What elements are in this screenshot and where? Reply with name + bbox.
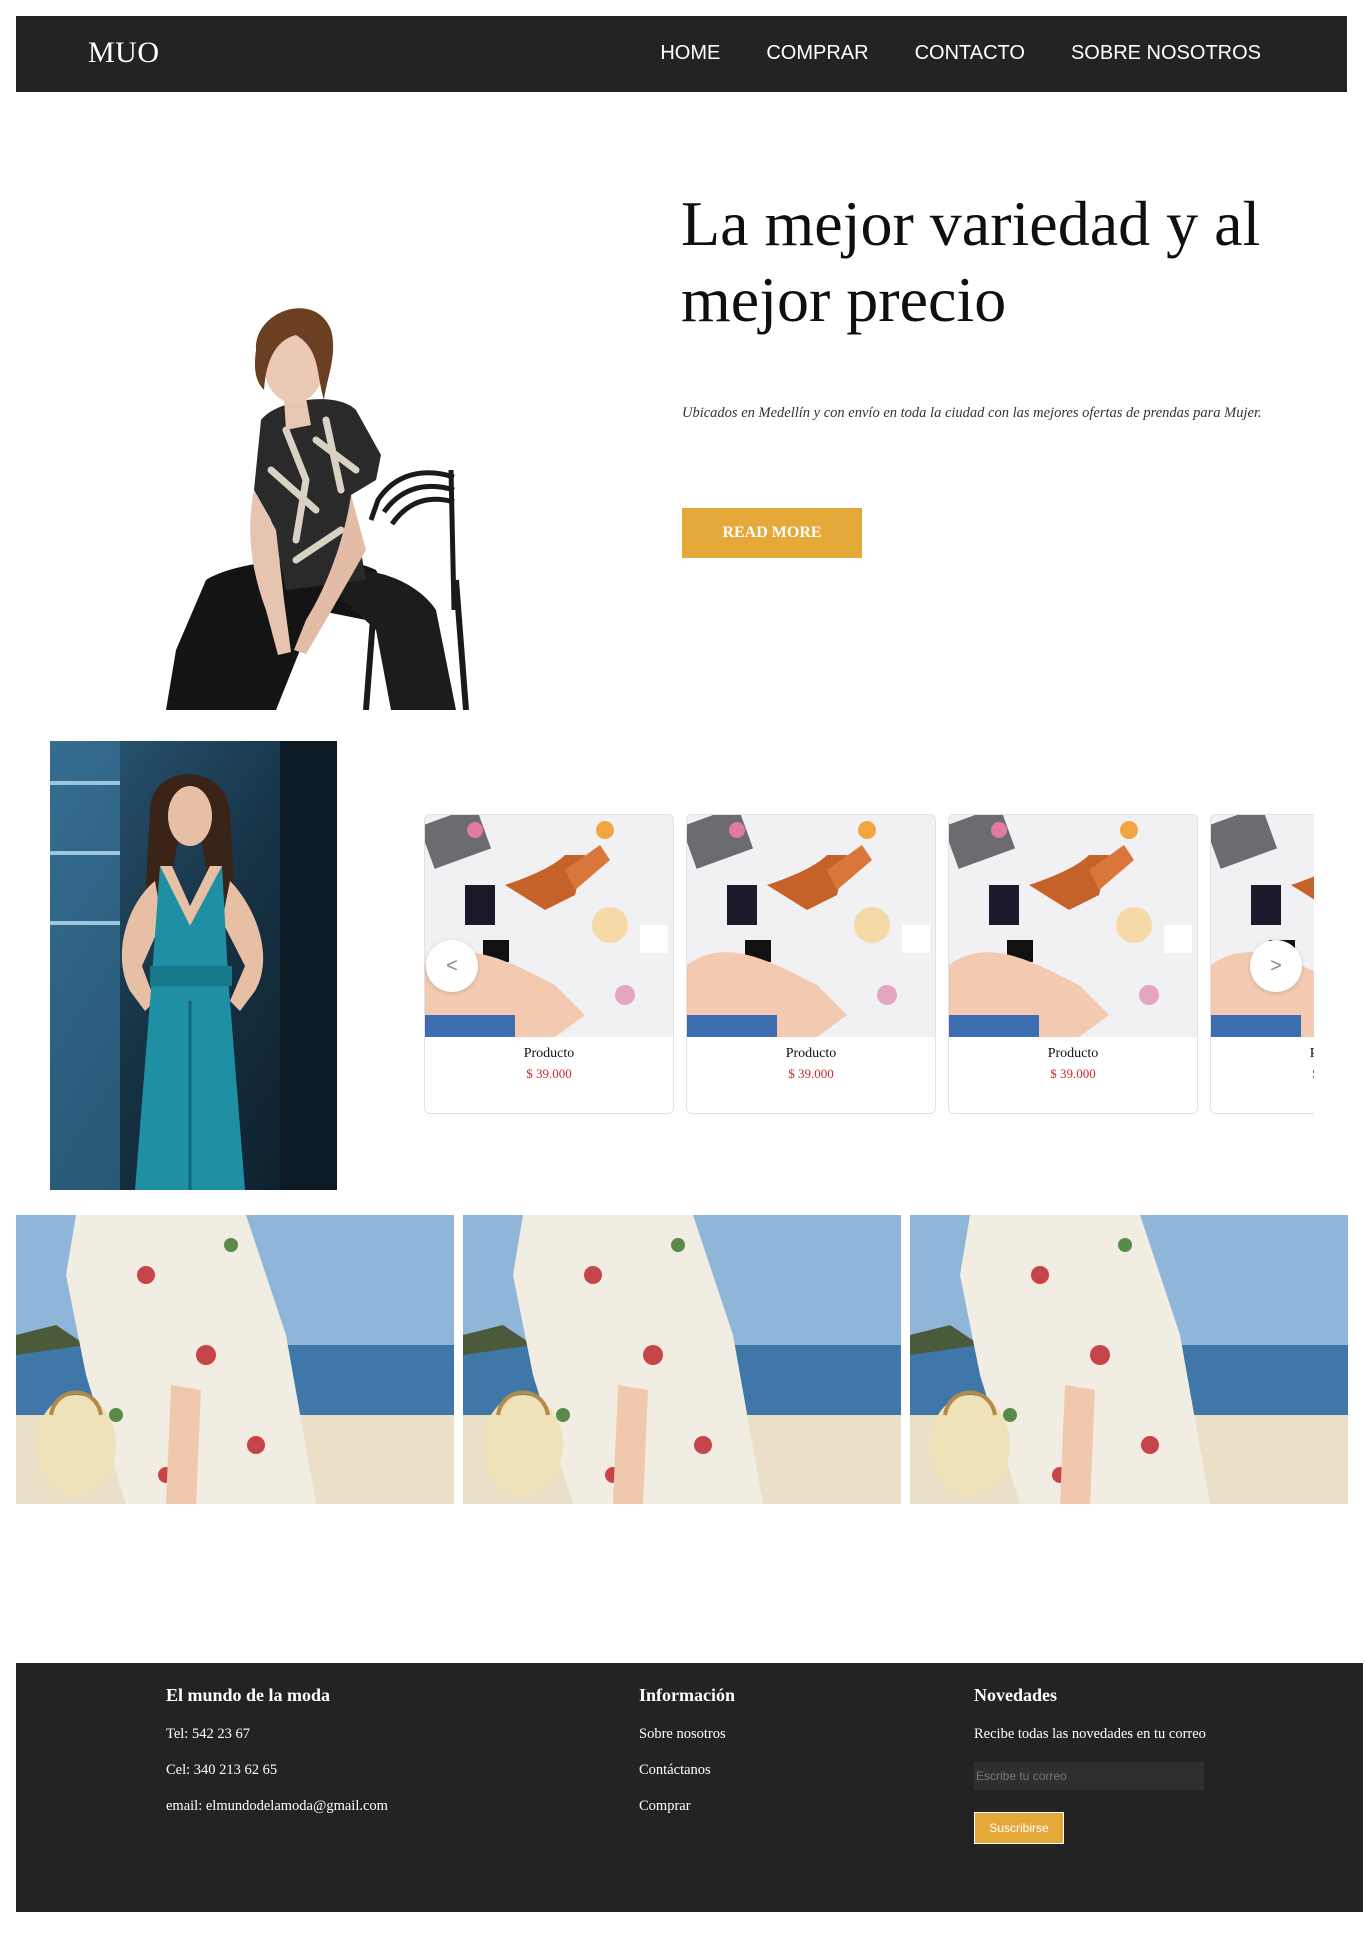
nav-link-comprar[interactable]: COMPRAR (766, 42, 868, 65)
gallery-image (16, 1215, 454, 1504)
footer-info-column: Información Sobre nosotros Contáctanos C… (639, 1685, 735, 1834)
nav-link-sobre-nosotros[interactable]: SOBRE NOSOTROS (1071, 42, 1261, 65)
gallery-image (910, 1215, 1348, 1504)
product-price: $ 39.000 (788, 1066, 834, 1081)
footer-info-title: Información (639, 1685, 735, 1705)
product-name: Producto (523, 1046, 575, 1061)
brand-logo[interactable]: MUO (88, 36, 160, 70)
carousel-prev-button[interactable]: < (426, 940, 478, 992)
product-card[interactable]: Producto $ 39.000 (686, 814, 936, 1114)
product-name: Producto (1211, 1046, 1314, 1062)
newsletter-email-input[interactable] (974, 1762, 1204, 1790)
model-jumpsuit-image (50, 741, 337, 1190)
footer-tel: Tel: 542 23 67 (166, 1726, 250, 1742)
hero-subtitle: Ubicados en Medellín y con envío en toda… (682, 405, 1262, 421)
footer-newsletter-text: Recibe todas las novedades en tu correo (974, 1726, 1206, 1742)
product-image (1211, 815, 1314, 1037)
product-card[interactable]: Producto $ 39.000 (948, 814, 1198, 1114)
footer-contact-column: El mundo de la moda Tel: 542 23 67 Cel: … (166, 1685, 388, 1834)
footer-cel: Cel: 340 213 62 65 (166, 1762, 278, 1778)
hero-model-image (166, 280, 516, 710)
product-price: $ 39.000 (1211, 1066, 1314, 1082)
footer-link-sobre-nosotros[interactable]: Sobre nosotros (639, 1726, 735, 1743)
site-footer: El mundo de la moda Tel: 542 23 67 Cel: … (16, 1663, 1363, 1912)
footer-newsletter-title: Novedades (974, 1685, 1058, 1705)
top-navbar: MUO HOME COMPRAR CONTACTO SOBRE NOSOTROS (16, 16, 1347, 92)
nav-link-contacto[interactable]: CONTACTO (915, 42, 1025, 65)
gallery-image (463, 1215, 901, 1504)
product-image (425, 815, 673, 1037)
product-image (949, 815, 1197, 1037)
hero-title: La mejor variedad y al mejor precio (681, 188, 1261, 335)
read-more-button[interactable]: READ MORE (682, 508, 862, 558)
product-carousel: Producto $ 39.000 Producto $ 39.000 Prod… (424, 814, 1314, 1119)
carousel-next-button[interactable]: > (1250, 940, 1302, 992)
nav-link-home[interactable]: HOME (660, 42, 720, 65)
footer-link-comprar[interactable]: Comprar (639, 1798, 735, 1815)
footer-email: email: elmundodelamoda@gmail.com (166, 1798, 388, 1814)
product-price: $ 39.000 (526, 1066, 572, 1081)
main-nav: HOME COMPRAR CONTACTO SOBRE NOSOTROS (660, 42, 1261, 65)
subscribe-button[interactable]: Suscribirse (974, 1812, 1064, 1844)
footer-contact-title: El mundo de la moda (166, 1685, 331, 1705)
product-image (687, 815, 935, 1037)
footer-link-contactanos[interactable]: Contáctanos (639, 1762, 735, 1779)
product-name: Producto (1047, 1046, 1099, 1061)
footer-newsletter-column: Novedades Recibe todas las novedades en … (974, 1685, 1206, 1844)
product-name: Producto (785, 1046, 837, 1061)
product-price: $ 39.000 (1050, 1066, 1096, 1081)
